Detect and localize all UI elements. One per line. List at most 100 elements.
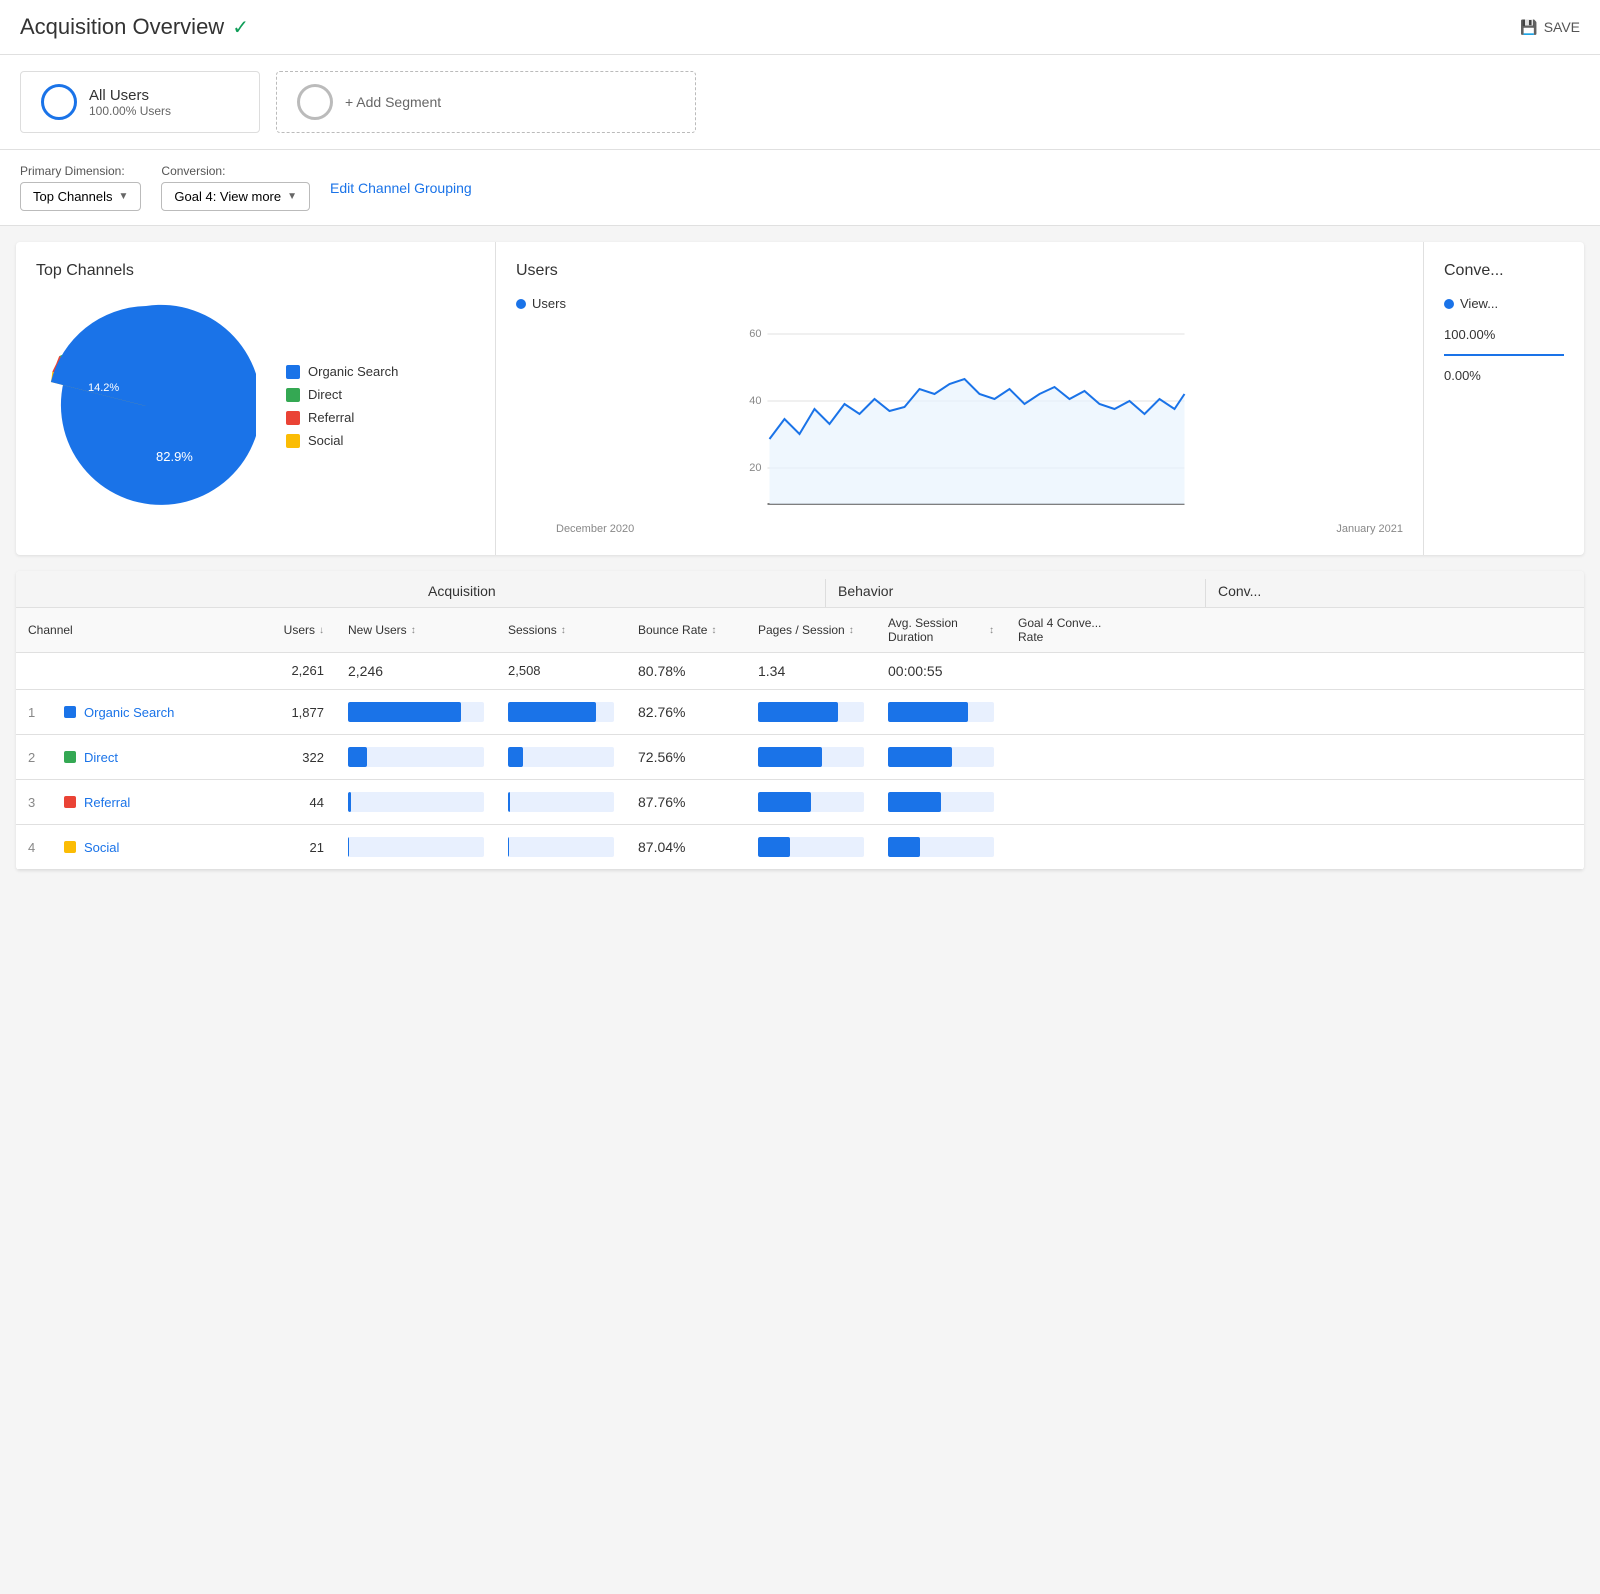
- table-row: 1 Organic Search 1,877 82.76%: [16, 690, 1584, 735]
- channel-link-2[interactable]: Referral: [84, 795, 130, 810]
- total-avg: 00:00:55: [876, 663, 1006, 679]
- total-bounce-rate: 80.78%: [638, 663, 685, 679]
- total-users: 2,261: [216, 663, 336, 679]
- save-icon: 💾: [1520, 19, 1537, 36]
- pages-bar-fill-3: [758, 837, 790, 857]
- users-cell-2: 44: [216, 795, 336, 810]
- sort-arrow-bounce: ↕: [711, 625, 716, 636]
- total-avg-session: 00:00:55: [888, 663, 943, 679]
- sort-arrow-users: ↓: [319, 625, 324, 636]
- conv-title: Conve...: [1444, 262, 1564, 280]
- row-num-1: 2: [28, 750, 48, 765]
- channel-link-0[interactable]: Organic Search: [84, 705, 174, 720]
- col-header-channel[interactable]: Channel: [16, 608, 216, 652]
- channel-cell-2: 3 Referral: [16, 795, 216, 810]
- avg-bar-cell-1: [876, 747, 1006, 767]
- col-label-channel: Channel: [28, 623, 73, 637]
- goal4-dropdown[interactable]: Goal 4: View more ▼: [161, 182, 310, 211]
- legend-label-social: Social: [308, 433, 343, 448]
- sort-arrow-avg-session: ↕: [989, 625, 994, 636]
- primary-dimension-label: Primary Dimension:: [20, 164, 141, 178]
- edit-channel-grouping-link[interactable]: Edit Channel Grouping: [330, 180, 472, 196]
- channel-link-1[interactable]: Direct: [84, 750, 118, 765]
- sort-arrow-sessions: ↕: [561, 625, 566, 636]
- col-headers-row: Channel Users ↓ New Users ↕ Sessions ↕ B…: [16, 608, 1584, 653]
- new-users-bar-cell-1: [336, 747, 496, 767]
- new-users-bar-wrapper-2: [348, 792, 484, 812]
- new-users-bar-wrapper-0: [348, 702, 484, 722]
- col-header-pages[interactable]: Pages / Session ↕: [746, 608, 876, 652]
- col-label-sessions: Sessions: [508, 623, 557, 637]
- sessions-bar-fill-0: [508, 702, 596, 722]
- segment-name: All Users: [89, 87, 171, 104]
- group-header-acquisition: Acquisition: [416, 579, 826, 607]
- pages-bar-cell-1: [746, 747, 876, 767]
- table-row: 3 Referral 44 87.76%: [16, 780, 1584, 825]
- segment-circle-all-users: [41, 84, 77, 120]
- pie-chart-container: 82.9% 14.2% Organic Search Direct Referr…: [36, 296, 475, 516]
- svg-text:40: 40: [749, 395, 761, 407]
- conversion-label: Conversion:: [161, 164, 310, 178]
- all-users-segment[interactable]: All Users 100.00% Users: [20, 71, 260, 133]
- col-header-bounce[interactable]: Bounce Rate ↕: [626, 608, 746, 652]
- sessions-bar-cell-2: [496, 792, 626, 812]
- sessions-bar-fill-3: [508, 837, 509, 857]
- sessions-bar-cell-3: [496, 837, 626, 857]
- legend-item-direct: Direct: [286, 387, 398, 402]
- row-num-0: 1: [28, 705, 48, 720]
- x-label-jan: January 2021: [1336, 523, 1403, 535]
- table-rows: 1 Organic Search 1,877 82.76%: [16, 690, 1584, 870]
- new-users-bar-fill-1: [348, 747, 367, 767]
- total-bounce: 80.78%: [626, 663, 746, 679]
- group-header-behavior: Behavior: [826, 579, 1206, 607]
- bounce-cell-0: 82.76%: [626, 704, 746, 720]
- page-header: Acquisition Overview ✓ 💾 SAVE: [0, 0, 1600, 55]
- users-cell-0: 1,877: [216, 705, 336, 720]
- avg-bar-fill-2: [888, 792, 941, 812]
- add-segment-label: + Add Segment: [345, 94, 441, 110]
- verified-icon: ✓: [232, 15, 249, 40]
- chevron-down-icon: ▼: [119, 191, 129, 202]
- avg-bar-wrapper-0: [888, 702, 994, 722]
- table-row: 2 Direct 322 72.56%: [16, 735, 1584, 780]
- col-label-new-users: New Users: [348, 623, 407, 637]
- col-header-goal[interactable]: Goal 4 Conve... Rate: [1006, 608, 1126, 652]
- top-channels-dropdown[interactable]: Top Channels ▼: [20, 182, 141, 211]
- pages-bar-wrapper-2: [758, 792, 864, 812]
- legend-label-direct: Direct: [308, 387, 342, 402]
- users-cell-1: 322: [216, 750, 336, 765]
- sessions-bar-cell-1: [496, 747, 626, 767]
- channel-link-3[interactable]: Social: [84, 840, 119, 855]
- total-goal: [1006, 663, 1126, 679]
- save-label: SAVE: [1544, 19, 1580, 35]
- sessions-bar-cell-0: [496, 702, 626, 722]
- svg-text:60: 60: [749, 328, 761, 340]
- col-header-new-users[interactable]: New Users ↕: [336, 608, 496, 652]
- add-segment-card[interactable]: + Add Segment: [276, 71, 696, 133]
- col-header-sessions[interactable]: Sessions ↕: [496, 608, 626, 652]
- pages-bar-cell-0: [746, 702, 876, 722]
- channel-dot-0: [64, 706, 76, 718]
- save-button[interactable]: 💾 SAVE: [1520, 19, 1580, 36]
- users-cell-3: 21: [216, 840, 336, 855]
- line-chart-title: Users: [516, 262, 1403, 280]
- bounce-cell-3: 87.04%: [626, 839, 746, 855]
- primary-dimension-control: Primary Dimension: Top Channels ▼: [20, 164, 141, 211]
- line-legend: Users: [516, 296, 1403, 311]
- total-pages-session: 1.34: [758, 663, 785, 679]
- total-channel-cell: [16, 663, 216, 679]
- col-label-avg-session: Avg. Session Duration: [888, 616, 985, 644]
- channel-cell-0: 1 Organic Search: [16, 705, 216, 720]
- top-channels-label: Top Channels: [33, 189, 113, 204]
- new-users-bar-fill-2: [348, 792, 351, 812]
- legend-item-organic: Organic Search: [286, 364, 398, 379]
- legend-color-organic: [286, 365, 300, 379]
- channel-dot-3: [64, 841, 76, 853]
- bounce-cell-1: 72.56%: [626, 749, 746, 765]
- sessions-bar-wrapper-2: [508, 792, 614, 812]
- conversion-control: Conversion: Goal 4: View more ▼: [161, 164, 310, 211]
- sessions-bar-wrapper-3: [508, 837, 614, 857]
- col-header-users[interactable]: Users ↓: [216, 608, 336, 652]
- col-header-avg-session[interactable]: Avg. Session Duration ↕: [876, 608, 1006, 652]
- pie-chart-panel: Top Channels 82.9% 14.2%: [16, 242, 496, 555]
